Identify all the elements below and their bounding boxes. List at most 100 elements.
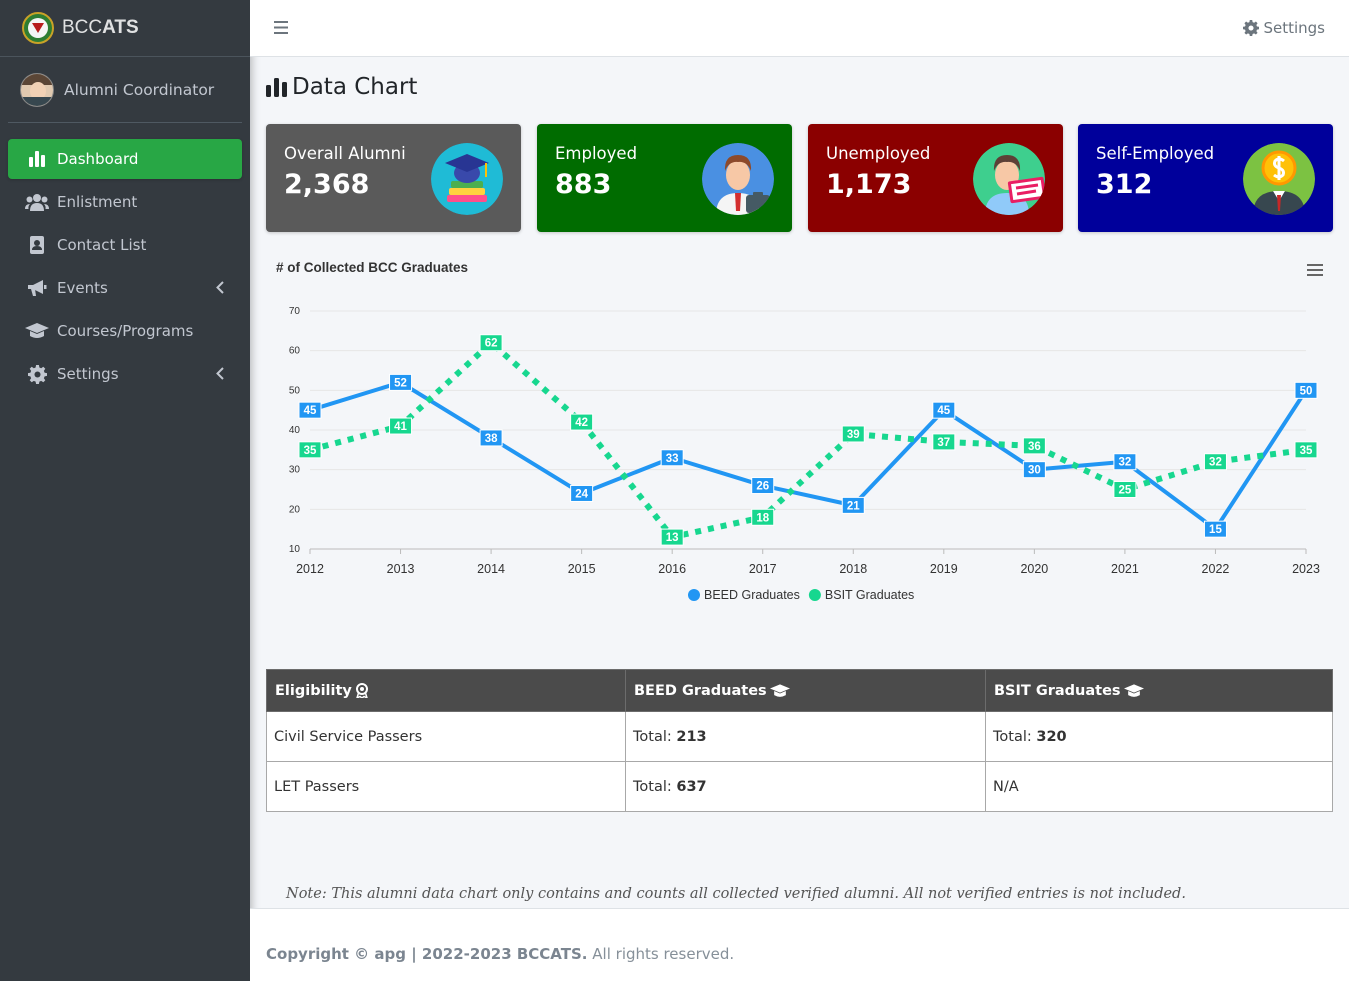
x-tick-label: 2015 — [568, 562, 596, 576]
footer-text: Copyright © apg | 2022-2023 BCCATS. All … — [266, 945, 734, 963]
y-tick-label: 40 — [289, 425, 301, 436]
x-tick-label: 2013 — [387, 562, 415, 576]
column-header-bsit: BSIT Graduates — [985, 669, 1333, 712]
graduation-books-icon — [431, 143, 503, 215]
data-label: 18 — [756, 512, 769, 524]
avatar — [20, 72, 54, 107]
table-row: LET Passers Total: 637 N/A — [266, 761, 1333, 812]
data-label: 52 — [394, 377, 407, 389]
sidebar-item-label: Contact List — [57, 236, 147, 254]
column-header-label: BEED Graduates — [634, 682, 767, 699]
eligibility-name: LET Passers — [266, 761, 626, 812]
column-header-label: Eligibility — [275, 682, 352, 699]
sidebar-item-enlistment[interactable]: Enlistment — [8, 182, 242, 222]
gear-icon — [1243, 20, 1260, 36]
sidebar-item-courses[interactable]: Courses/Programs — [8, 311, 242, 351]
chart-bar-icon — [266, 77, 287, 97]
brand-link[interactable]: BCCATS — [0, 0, 250, 57]
need-a-job-icon — [973, 143, 1045, 215]
x-tick-label: 2023 — [1292, 562, 1320, 576]
table-row: Civil Service Passers Total: 213 Total: … — [266, 711, 1333, 762]
user-panel[interactable]: Alumni Coordinator — [8, 57, 242, 123]
dollar-head-person-icon — [1243, 143, 1315, 215]
data-label: 42 — [575, 417, 588, 429]
y-tick-label: 10 — [289, 544, 301, 555]
settings-link[interactable]: Settings — [1243, 19, 1325, 37]
chevron-left-icon — [216, 280, 224, 298]
award-icon — [355, 683, 368, 698]
total-label: Total: — [633, 728, 672, 745]
eligibility-name: Civil Service Passers — [266, 711, 626, 762]
card-overall-alumni: Overall Alumni 2,368 — [266, 124, 521, 232]
sidebar-item-label: Enlistment — [57, 193, 138, 211]
y-tick-label: 60 — [289, 346, 301, 357]
data-label: 33 — [666, 453, 679, 465]
beed-total: Total: 213 — [625, 711, 986, 762]
data-label: 39 — [847, 429, 860, 441]
data-label: 62 — [485, 338, 498, 350]
column-header-label: BSIT Graduates — [994, 682, 1121, 699]
data-label: 15 — [1209, 524, 1222, 536]
sidebar-item-dashboard[interactable]: Dashboard — [8, 139, 242, 179]
eligibility-table: Eligibility BEED Graduates BSIT Graduate… — [266, 669, 1333, 812]
data-label: 35 — [1300, 445, 1313, 457]
graduation-cap-icon — [769, 683, 790, 697]
data-label: 21 — [847, 500, 860, 512]
chevron-left-icon — [216, 366, 224, 384]
y-tick-label: 20 — [289, 504, 301, 515]
copyright-text: Copyright © apg | 2022-2023 BCCATS. — [266, 945, 588, 963]
brand-name: BCCATS — [62, 17, 139, 38]
data-label: 38 — [485, 433, 498, 445]
graduates-line-chart: # of Collected BCC Graduates 10 20 30 40 50 6… — [266, 245, 1333, 620]
legend-label: BSIT Graduates — [825, 588, 914, 602]
sidebar-item-settings[interactable]: Settings — [8, 354, 242, 394]
column-header-eligibility: Eligibility — [266, 669, 626, 712]
x-tick-label: 2017 — [749, 562, 777, 576]
x-tick-label: 2016 — [658, 562, 686, 576]
data-label: 25 — [1119, 485, 1132, 497]
card-unemployed: Unemployed 1,173 — [808, 124, 1063, 232]
note-text: Note: This alumni data chart only contai… — [286, 886, 1186, 902]
y-tick-label: 70 — [289, 306, 301, 317]
data-label: 26 — [756, 481, 769, 493]
legend-marker — [688, 589, 700, 601]
total-label: Total: — [993, 728, 1032, 745]
user-name: Alumni Coordinator — [64, 80, 215, 99]
data-label: 24 — [575, 488, 588, 500]
data-label: 35 — [304, 445, 317, 457]
x-tick-label: 2022 — [1202, 562, 1230, 576]
bsit-total: N/A — [985, 761, 1333, 812]
table-header-row: Eligibility BEED Graduates BSIT Graduate… — [266, 669, 1333, 712]
page-title-text: Data Chart — [292, 74, 418, 100]
sidebar-item-label: Dashboard — [57, 150, 139, 168]
data-label: 45 — [937, 405, 950, 417]
settings-label: Settings — [1263, 19, 1325, 37]
series-line — [309, 339, 1307, 541]
chart-bar-icon — [25, 149, 49, 169]
sidebar-item-events[interactable]: Events — [8, 268, 242, 308]
legend-marker — [808, 589, 821, 601]
graduation-cap-icon — [25, 321, 49, 341]
bsit-total: Total: 320 — [985, 711, 1333, 762]
series-line — [309, 380, 1308, 532]
data-label: 32 — [1209, 457, 1222, 469]
page-title: Data Chart — [266, 74, 417, 100]
y-tick-label: 30 — [289, 465, 301, 476]
sidebar-item-label: Courses/Programs — [57, 322, 194, 340]
x-tick-label: 2019 — [930, 562, 958, 576]
chart-plot-area: 10 20 30 40 50 60 70 2012 2013 2014 2015 2016 2017 20… — [289, 306, 1320, 602]
sidebar-item-contact-list[interactable]: Contact List — [8, 225, 242, 265]
data-label: 13 — [666, 532, 679, 544]
brand-logo — [22, 12, 54, 44]
total-value: 213 — [676, 728, 707, 745]
gear-icon — [25, 364, 49, 384]
x-tick-label: 2014 — [477, 562, 505, 576]
hamburger-menu-icon[interactable] — [274, 21, 288, 39]
sidebar: BCCATS Alumni Coordinator Dashboard Enli… — [0, 0, 250, 981]
card-self-employed: Self-Employed 312 — [1078, 124, 1333, 232]
total-label: Total: — [633, 778, 672, 795]
total-value: 320 — [1036, 728, 1067, 745]
data-label: 32 — [1119, 457, 1132, 469]
data-label: 37 — [937, 437, 950, 449]
bullhorn-icon — [25, 278, 49, 298]
